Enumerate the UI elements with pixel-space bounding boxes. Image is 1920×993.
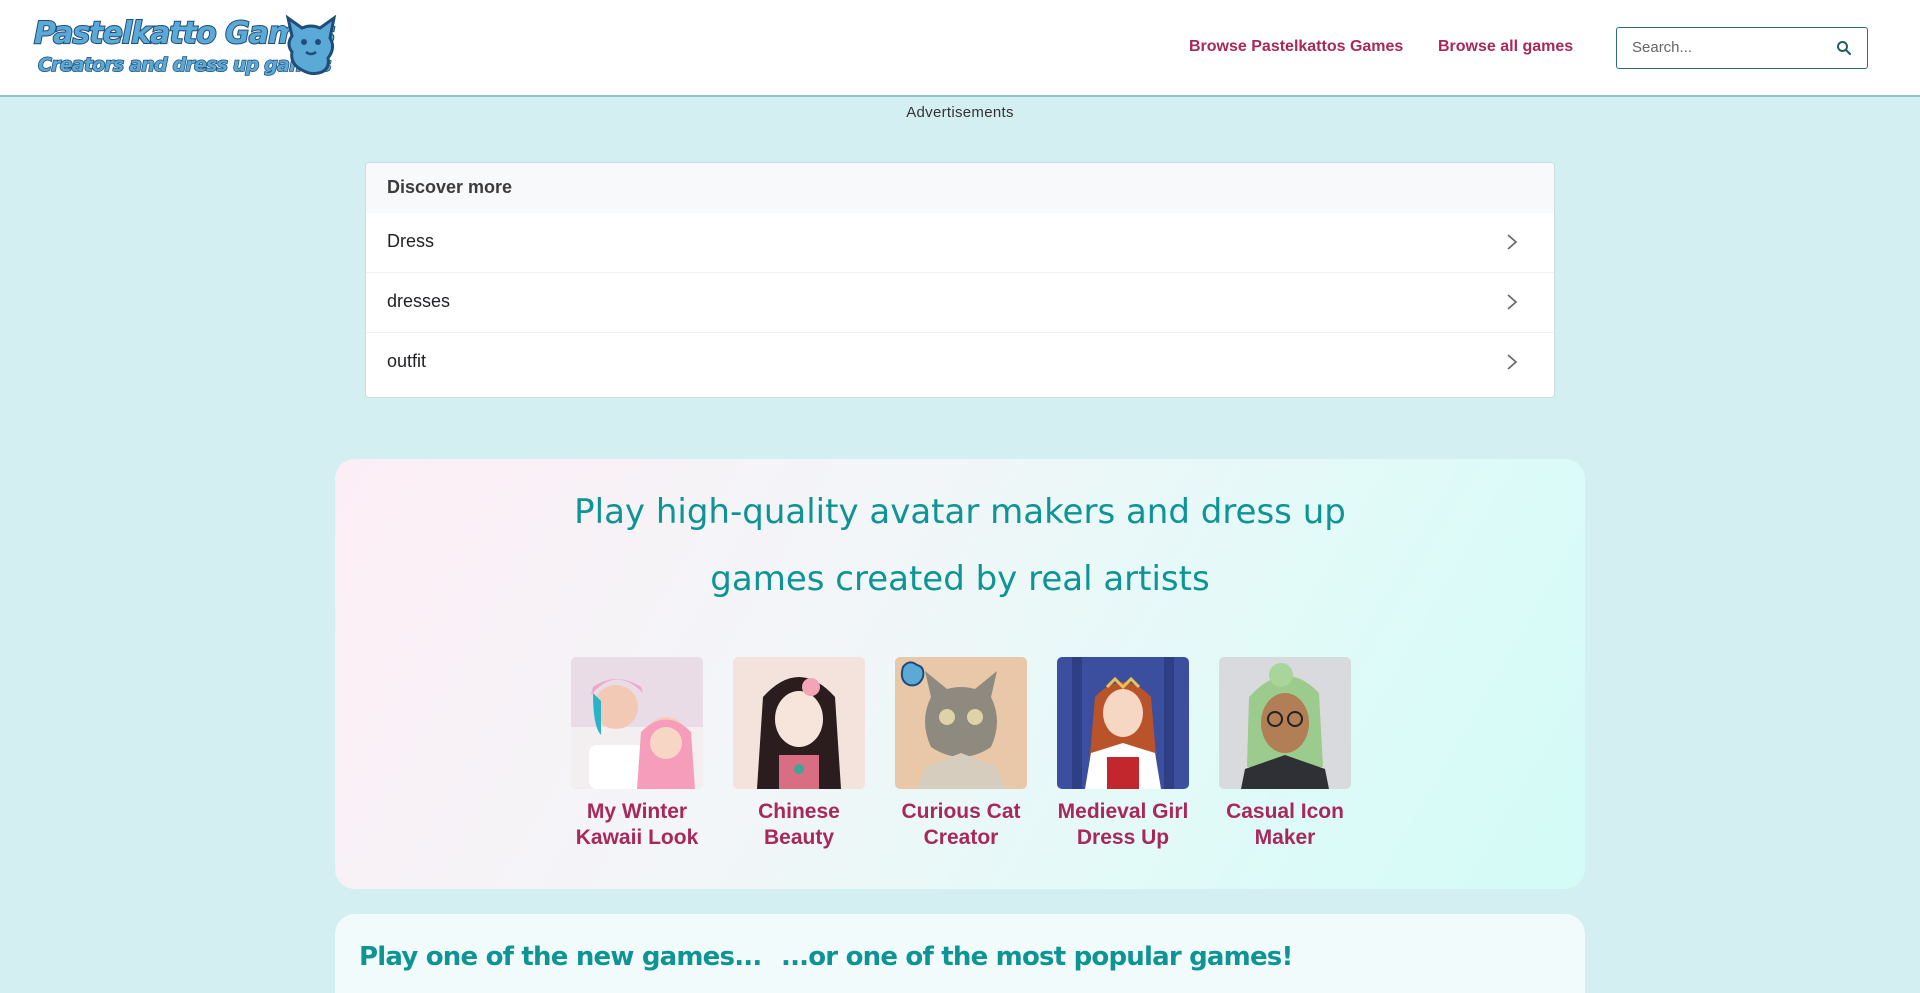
game-title: Casual Icon Maker — [1226, 800, 1344, 849]
chevron-right-icon — [1507, 234, 1518, 250]
game-card[interactable]: Chinese Beauty — [731, 657, 867, 851]
cat-logo-icon — [285, 14, 337, 76]
games-list-panel: Play one of the new games... ...or one o… — [335, 914, 1585, 993]
game-title: My Winter Kawaii Look — [575, 800, 699, 849]
game-thumbnail — [1219, 657, 1351, 789]
nav-browse-pastelkattos-games[interactable]: Browse Pastelkattos Games — [1189, 38, 1403, 56]
discover-item-label: Dress — [387, 231, 435, 251]
discover-item-label: dresses — [387, 291, 451, 311]
site-logo[interactable]: Pastelkatto Games Creators and dress up … — [32, 14, 338, 80]
game-title: Chinese Beauty — [758, 800, 840, 849]
search-box — [1616, 27, 1868, 69]
game-card[interactable]: Medieval Girl Dress Up — [1055, 657, 1191, 851]
site-header: Pastelkatto Games Creators and dress up … — [0, 0, 1920, 97]
advertisements-label: Advertisements — [906, 104, 1014, 121]
featured-games: My Winter Kawaii Look Chinese Beauty Cur… — [569, 657, 1369, 877]
popular-games-heading: ...or one of the most popular games! — [781, 942, 1293, 972]
game-thumbnail — [895, 657, 1027, 789]
hero-title-line2: games created by real artists — [710, 559, 1210, 599]
discover-item-label: outfit — [387, 351, 427, 371]
hero-title: Play high-quality avatar makers and dres… — [335, 479, 1585, 613]
hero-panel: Play high-quality avatar makers and dres… — [335, 459, 1585, 889]
game-title: Medieval Girl Dress Up — [1057, 800, 1189, 849]
search-input[interactable] — [1617, 28, 1827, 67]
game-title: Curious Cat Creator — [901, 800, 1021, 849]
chevron-right-icon — [1507, 294, 1518, 310]
game-thumbnail — [571, 657, 703, 789]
discover-item-dresses[interactable]: dresses — [366, 273, 1554, 333]
new-games-heading: Play one of the new games... — [359, 942, 762, 972]
discover-item-dress[interactable]: Dress — [366, 213, 1554, 273]
nav-browse-all-games[interactable]: Browse all games — [1438, 38, 1573, 56]
search-icon[interactable] — [1835, 39, 1853, 57]
game-card[interactable]: Casual Icon Maker — [1217, 657, 1353, 851]
discover-more-title: Discover more — [366, 163, 1554, 213]
game-card[interactable]: My Winter Kawaii Look — [569, 657, 705, 851]
discover-more-box: Discover more Dress dresses outfit — [365, 162, 1555, 398]
discover-item-outfit[interactable]: outfit — [366, 333, 1554, 393]
chevron-right-icon — [1507, 354, 1518, 370]
game-thumbnail — [1057, 657, 1189, 789]
game-card[interactable]: Curious Cat Creator — [893, 657, 1029, 851]
game-thumbnail — [733, 657, 865, 789]
hero-title-line1: Play high-quality avatar makers and dres… — [574, 492, 1346, 532]
